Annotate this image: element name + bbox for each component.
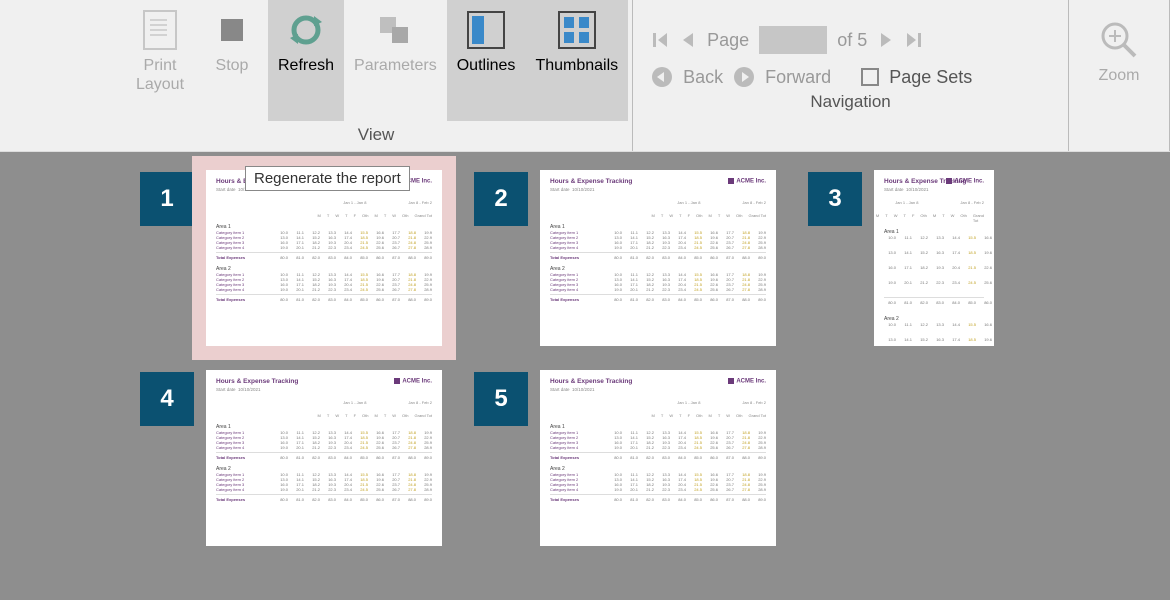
thumb-date: Start date 10/10/2021 [884, 187, 984, 192]
stop-button[interactable]: Stop [196, 0, 268, 121]
ribbon-group-view: Print Layout Stop Refresh Parameters [120, 0, 633, 151]
refresh-icon [286, 10, 326, 50]
page-sets-checkbox[interactable] [861, 68, 879, 86]
parameters-icon [375, 10, 415, 50]
page-preview: Hours & Expense Tracking ACME Inc. Start… [540, 170, 776, 346]
outlines-icon [466, 10, 506, 50]
history-nav-row: Back Forward Page Sets [651, 66, 1050, 88]
stop-icon [212, 10, 252, 50]
group-navigation-label: Navigation [651, 88, 1050, 118]
thumbnail-page-2[interactable]: 2 Hours & Expense Tracking ACME Inc. Sta… [474, 170, 776, 346]
thumbnail-page-3[interactable]: 3 Hours & Expense Tracking ACME Inc. Sta… [808, 170, 994, 346]
prev-page-icon[interactable] [679, 31, 697, 49]
thumb-logo: ACME Inc. [728, 178, 766, 185]
back-icon[interactable] [651, 66, 673, 88]
thumb-logo: ACME Inc. [394, 378, 432, 385]
ribbon-group-zoom: Zoom [1069, 0, 1170, 151]
page-number-badge: 1 [140, 172, 194, 226]
thumb-logo: ACME Inc. [946, 178, 984, 185]
print-layout-button[interactable]: Print Layout [124, 0, 196, 121]
page-number-badge: 5 [474, 372, 528, 426]
thumbnails-label: Thumbnails [535, 56, 618, 75]
outlines-label: Outlines [457, 56, 516, 75]
ribbon-group-navigation: Page of 5 Back Forward Page Sets Navigat… [633, 0, 1069, 151]
stop-label: Stop [216, 56, 249, 75]
thumbnail-page-1[interactable]: 1 Hours & Expense Tracking ACME Inc. Sta… [140, 170, 442, 346]
page-preview: Hours & Expense Tracking ACME Inc. Start… [874, 170, 994, 346]
first-page-icon[interactable] [651, 31, 669, 49]
thumb-logo: ACME Inc. [728, 378, 766, 385]
ribbon-toolbar: Print Layout Stop Refresh Parameters [0, 0, 1170, 152]
page-number-badge: 2 [474, 172, 528, 226]
page-number-input[interactable] [759, 26, 827, 54]
last-page-icon[interactable] [905, 31, 923, 49]
zoom-button[interactable]: Zoom [1083, 10, 1155, 121]
page-number-badge: 3 [808, 172, 862, 226]
page-label: Page [707, 30, 749, 51]
zoom-label: Zoom [1099, 66, 1140, 85]
refresh-label: Refresh [278, 56, 334, 75]
outlines-button[interactable]: Outlines [447, 0, 526, 121]
zoom-icon [1099, 20, 1139, 60]
print-layout-label: Print Layout [136, 56, 184, 94]
page-preview: Hours & Expense Tracking ACME Inc. Start… [540, 370, 776, 546]
thumb-date: Start date 10/10/2021 [550, 187, 766, 192]
page-preview: Hours & Expense Tracking ACME Inc. Start… [206, 170, 442, 346]
thumb-date: Start date 10/10/2021 [550, 387, 766, 392]
thumbnail-page-4[interactable]: 4 Hours & Expense Tracking ACME Inc. Sta… [140, 370, 442, 546]
page-number-badge: 4 [140, 372, 194, 426]
thumb-date: Start date 10/10/2021 [216, 387, 432, 392]
refresh-tooltip: Regenerate the report [245, 166, 410, 191]
forward-icon[interactable] [733, 66, 755, 88]
page-icon [140, 10, 180, 50]
thumbnails-icon [557, 10, 597, 50]
forward-label: Forward [765, 67, 831, 88]
page-preview: Hours & Expense Tracking ACME Inc. Start… [206, 370, 442, 546]
thumbnails-button[interactable]: Thumbnails [525, 0, 628, 121]
group-view-label: View [120, 121, 632, 151]
parameters-label: Parameters [354, 56, 437, 75]
page-total-label: of 5 [837, 30, 867, 51]
next-page-icon[interactable] [877, 31, 895, 49]
thumbnail-page-5[interactable]: 5 Hours & Expense Tracking ACME Inc. Sta… [474, 370, 776, 546]
refresh-button[interactable]: Refresh [268, 0, 344, 121]
parameters-button[interactable]: Parameters [344, 0, 447, 121]
thumbnails-area: 1 Hours & Expense Tracking ACME Inc. Sta… [0, 152, 1170, 600]
page-nav-row: Page of 5 [651, 26, 1050, 54]
back-label: Back [683, 67, 723, 88]
page-sets-label: Page Sets [889, 67, 972, 88]
